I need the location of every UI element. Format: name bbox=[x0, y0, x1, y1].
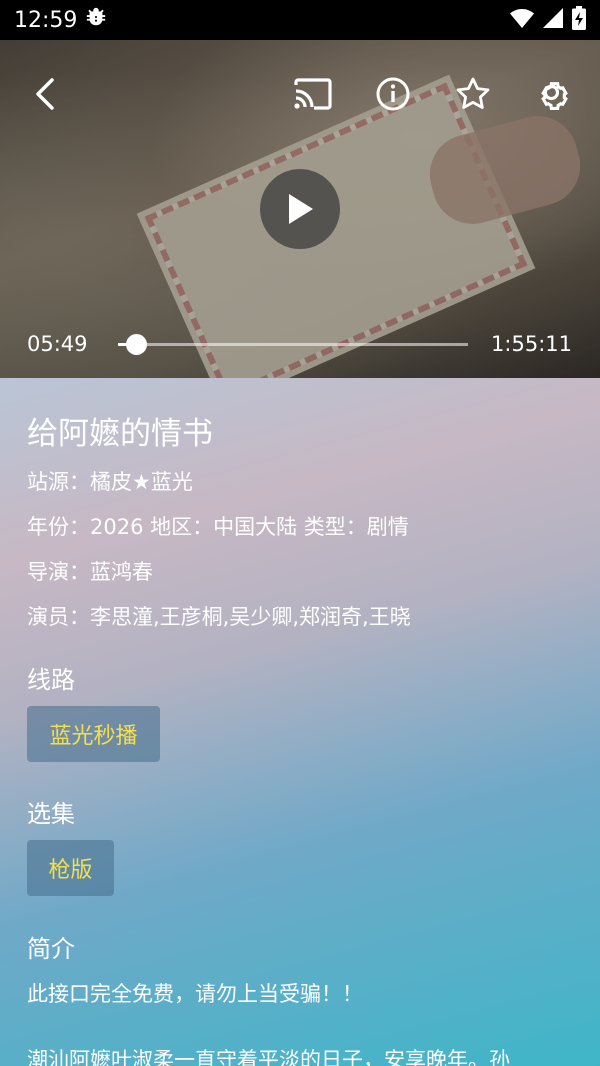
source-line: 站源：橘皮★蓝光 bbox=[27, 470, 193, 494]
year-region-type-line: 年份：2026 地区：中国大陆 类型：剧情 bbox=[27, 515, 409, 539]
status-right bbox=[510, 6, 586, 34]
intro-heading: 简介 bbox=[27, 935, 75, 963]
total-time: 1:55:11 bbox=[491, 332, 572, 356]
status-bar: 12:59 bbox=[0, 0, 600, 40]
video-title: 给阿嬷的情书 bbox=[27, 416, 213, 452]
cast-line: 演员：李思潼,王彦桐,吴少卿,郑润奇,王晓 bbox=[27, 605, 411, 629]
route-heading: 线路 bbox=[27, 666, 75, 694]
route-chip[interactable]: 蓝光秒播 bbox=[27, 706, 160, 762]
wifi-icon bbox=[510, 7, 534, 33]
intro-notice: 此接口完全免费，请勿上当受骗！！ bbox=[27, 982, 363, 1006]
director-line: 导演：蓝鸿春 bbox=[27, 560, 153, 584]
player-top-controls bbox=[0, 70, 600, 118]
cast-icon[interactable] bbox=[291, 72, 335, 116]
intro-summary: 潮汕阿嬷叶淑柔一直守着平淡的日子，安享晚年。孙 bbox=[27, 1048, 510, 1066]
signal-icon bbox=[542, 7, 564, 33]
bug-icon bbox=[85, 6, 107, 34]
progress-row: 05:49 1:55:11 bbox=[0, 330, 600, 360]
settings-icon[interactable] bbox=[531, 72, 575, 116]
back-icon[interactable] bbox=[24, 72, 68, 116]
progress-track[interactable] bbox=[118, 334, 468, 355]
screen: 12:59 05:49 1:55:11 给阿嬷的情书 站源：橘皮★蓝光 年份：2… bbox=[0, 0, 600, 1066]
info-icon[interactable] bbox=[371, 72, 415, 116]
detail-panel: 给阿嬷的情书 站源：橘皮★蓝光 年份：2026 地区：中国大陆 类型：剧情 导演… bbox=[0, 378, 600, 1066]
video-player[interactable]: 05:49 1:55:11 bbox=[0, 40, 600, 378]
episode-chip[interactable]: 枪版 bbox=[27, 840, 114, 896]
status-time: 12:59 bbox=[14, 7, 78, 33]
episodes-heading: 选集 bbox=[27, 800, 75, 828]
current-time: 05:49 bbox=[27, 332, 88, 356]
play-button[interactable] bbox=[260, 169, 340, 249]
star-icon[interactable] bbox=[451, 72, 495, 116]
battery-charging-icon bbox=[572, 6, 586, 34]
play-icon bbox=[289, 194, 313, 224]
status-left: 12:59 bbox=[14, 6, 107, 34]
progress-thumb[interactable] bbox=[125, 334, 147, 355]
